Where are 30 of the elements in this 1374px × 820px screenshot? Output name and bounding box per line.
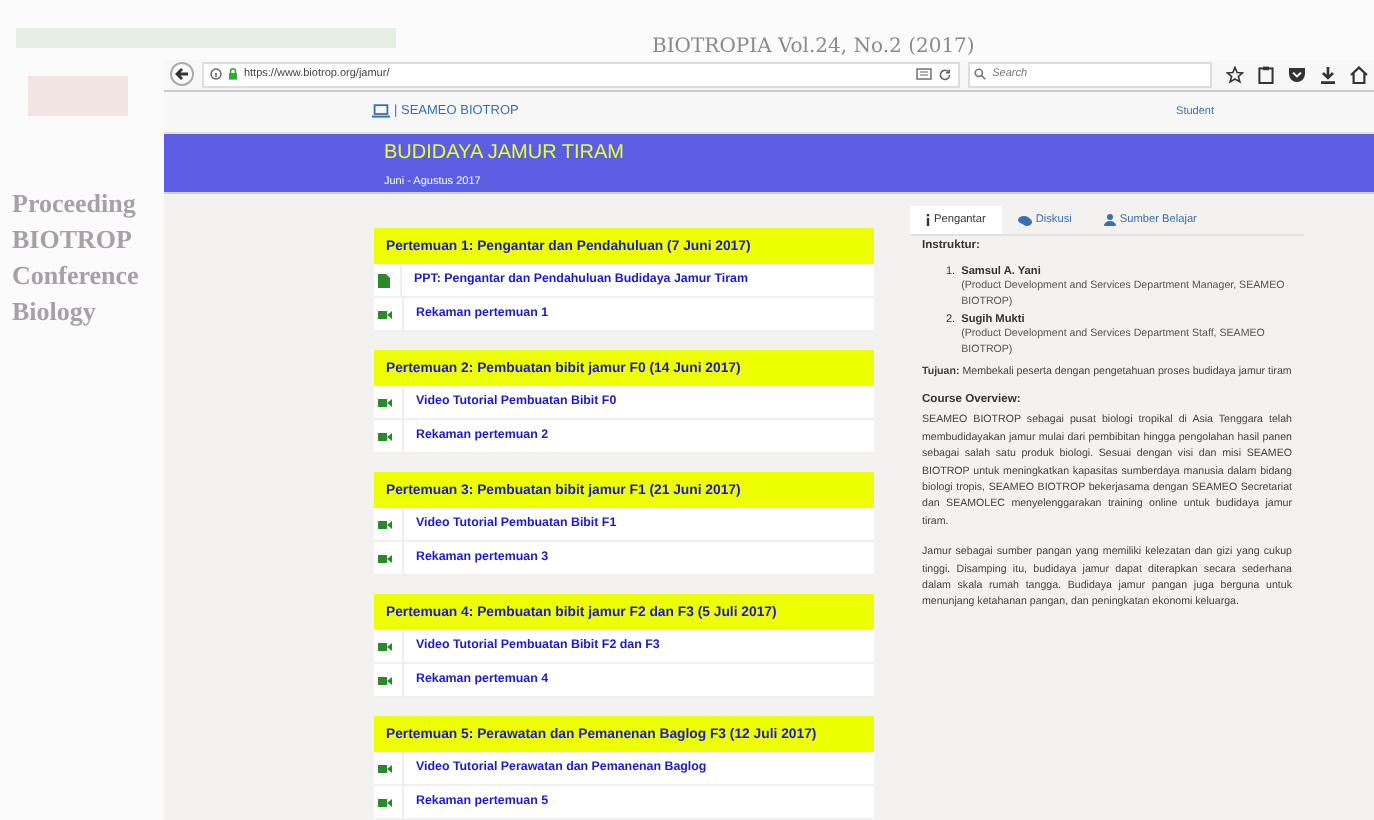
journal-title: BIOTROPIA Vol.24, No.2 (2017) [652, 36, 975, 58]
laptop-icon [372, 104, 390, 119]
video-camera-icon [378, 641, 392, 651]
video-camera-icon [378, 553, 392, 563]
chat-icon [1017, 215, 1032, 225]
page-heading: Proceeding [12, 186, 138, 222]
document-icon [378, 273, 390, 287]
star-icon[interactable] [1226, 65, 1245, 84]
video-camera-icon [378, 431, 392, 441]
video-camera-icon [378, 675, 392, 685]
video-camera-icon [378, 397, 392, 407]
reader-view-icon[interactable] [916, 68, 933, 81]
page-heading: BIOTROP [12, 222, 134, 258]
back-button[interactable] [170, 62, 194, 87]
person-icon [1103, 214, 1116, 226]
pocket-icon[interactable] [1288, 65, 1307, 84]
course-title: BUDIDAYA JAMUR TIRAM [384, 139, 627, 168]
clipboard-icon[interactable] [1258, 65, 1275, 84]
lock-icon [227, 68, 238, 81]
video-camera-icon [378, 797, 392, 807]
reload-icon[interactable] [938, 67, 953, 82]
page-heading: Conference [12, 258, 139, 294]
download-icon[interactable] [1320, 65, 1337, 84]
home-icon[interactable] [1350, 65, 1369, 84]
back-arrow-icon [173, 66, 190, 83]
video-camera-icon [378, 309, 392, 319]
video-camera-icon [378, 519, 392, 529]
page-heading: Biology [12, 294, 98, 330]
info-icon[interactable] [209, 68, 222, 81]
video-camera-icon [378, 763, 392, 773]
